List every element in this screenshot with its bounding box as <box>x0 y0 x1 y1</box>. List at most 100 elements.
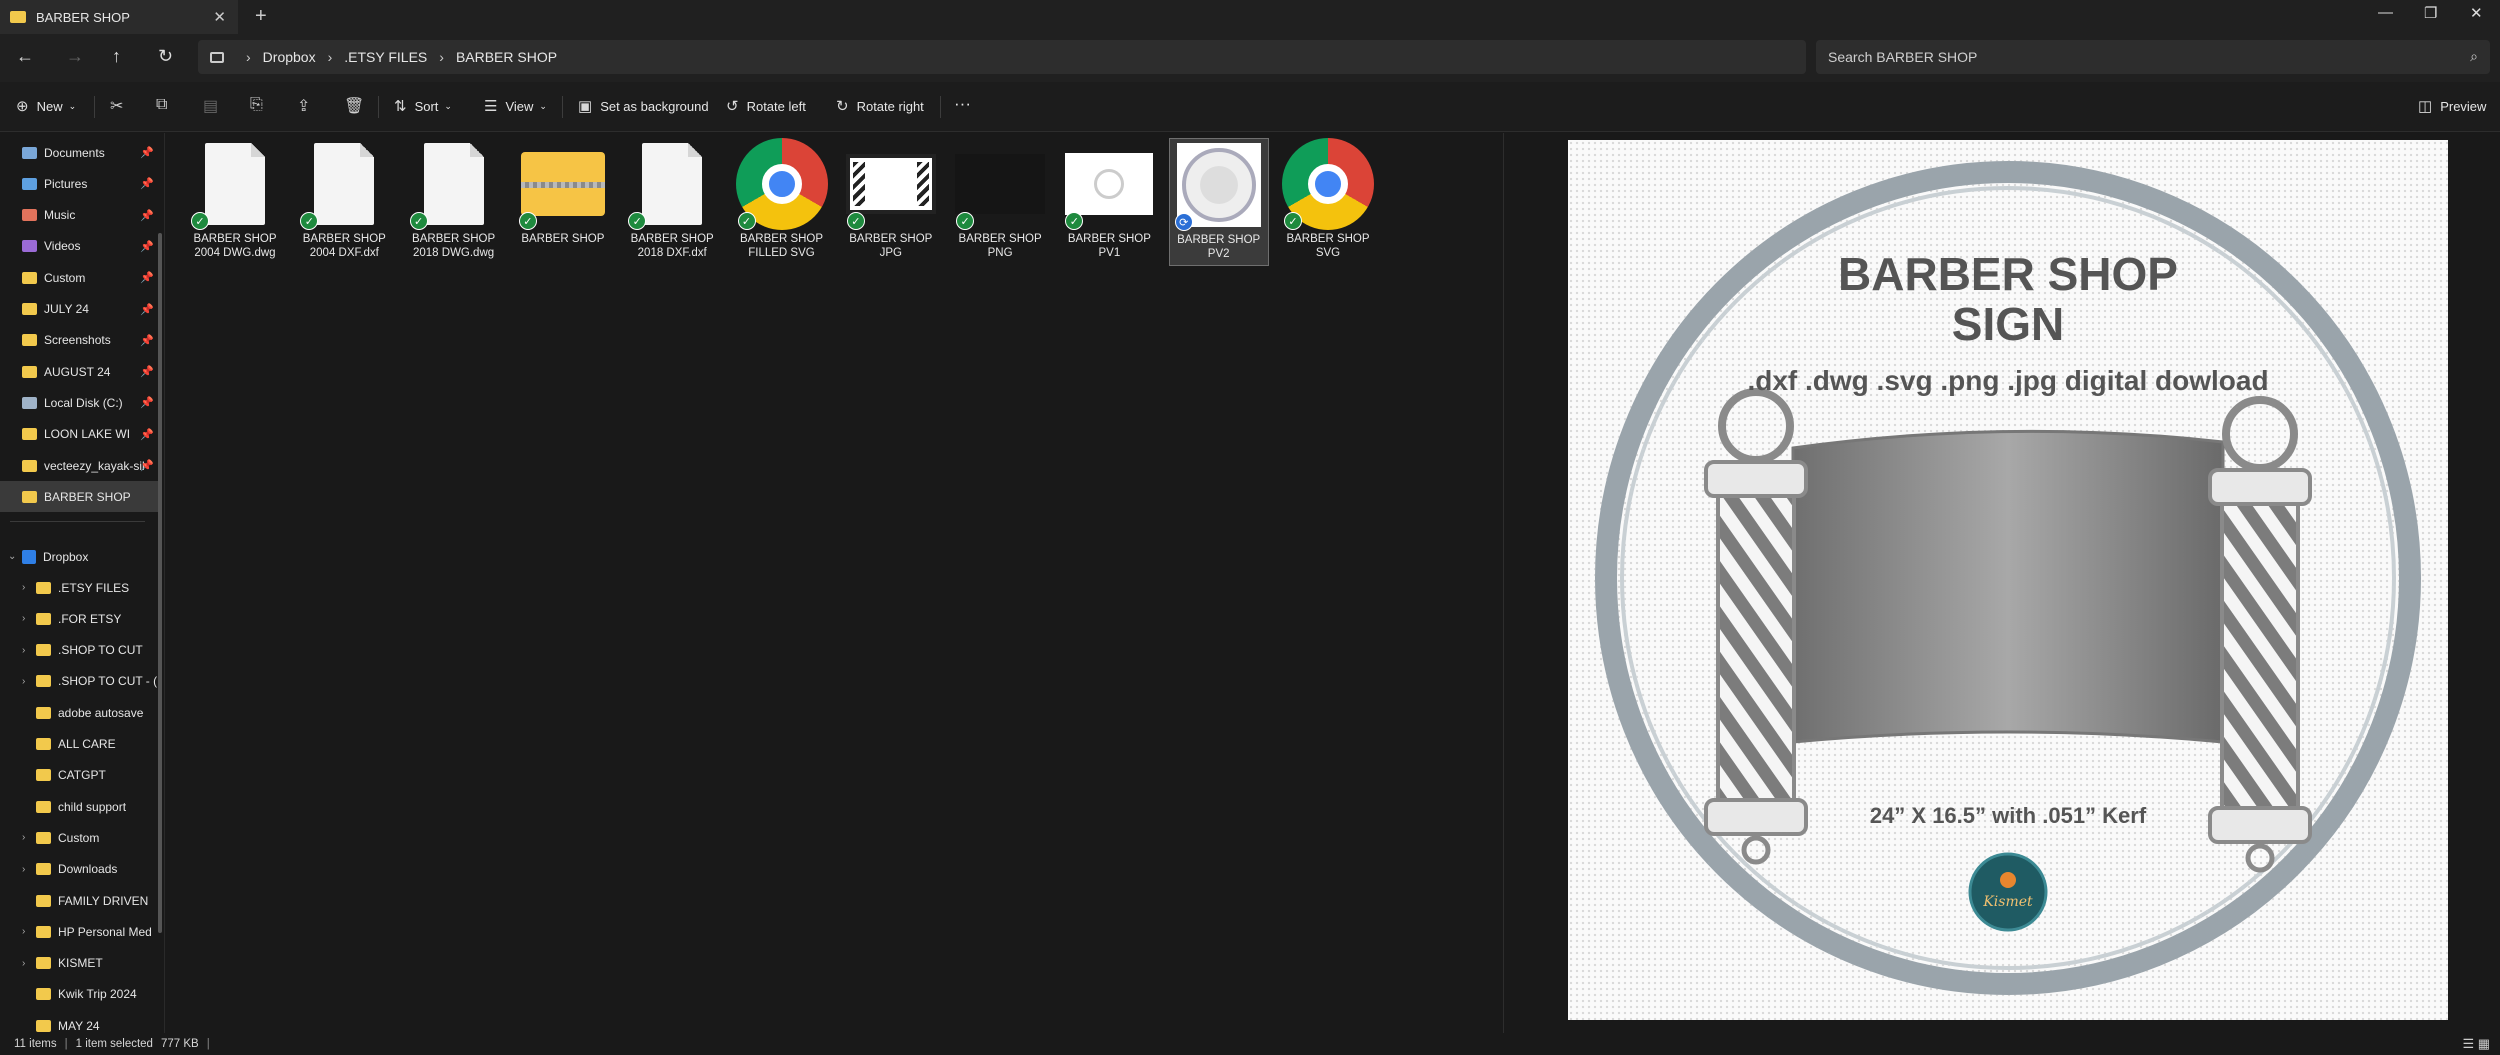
file-item[interactable]: ✓ BARBER SHOP FILLED SVG <box>732 138 832 266</box>
refresh-button[interactable]: ↻ <box>158 46 173 67</box>
sidebar-item-dropbox-folder[interactable]: FAMILY DRIVEN <box>0 885 158 916</box>
pin-icon[interactable]: 📌 <box>140 240 154 253</box>
set-as-background-button[interactable]: ▣ Set as background <box>578 97 709 115</box>
file-item[interactable]: ✓ BARBER SHOP 2018 DXF.dxf <box>622 138 722 266</box>
chevron-right-icon[interactable]: › <box>22 582 36 593</box>
address-bar[interactable]: › Dropbox › .ETSY FILES › BARBER SHOP <box>198 40 1806 74</box>
pin-icon[interactable]: 📌 <box>140 303 154 316</box>
sidebar-item-dropbox[interactable]: ⌄ Dropbox <box>0 541 158 572</box>
forward-button[interactable]: → <box>66 46 84 67</box>
view-button[interactable]: ☰ View ⌄ <box>484 97 547 115</box>
chevron-right-icon[interactable]: › <box>22 645 36 656</box>
chevron-right-icon[interactable]: › <box>22 926 36 937</box>
close-tab-icon[interactable]: ✕ <box>213 8 226 26</box>
file-item[interactable]: ✓ BARBER SHOP SVG <box>1278 138 1378 266</box>
share-icon[interactable]: ⇪ <box>297 96 310 116</box>
rename-icon[interactable]: ⎘ <box>250 96 263 114</box>
new-button[interactable]: ⊕ New ⌄ <box>16 97 76 115</box>
file-item[interactable]: ✓ BARBER SHOP <box>513 138 613 266</box>
file-item[interactable]: ✓ BARBER SHOP 2004 DWG.dwg <box>185 138 285 266</box>
file-item[interactable]: ✓ BARBER SHOP PNG <box>950 138 1050 266</box>
breadcrumb-item[interactable]: .ETSY FILES <box>344 49 427 65</box>
sort-button[interactable]: ⇅ Sort ⌄ <box>394 97 452 115</box>
file-name: BARBER SHOP 2004 DWG.dwg <box>193 232 276 260</box>
rotate-left-button[interactable]: ↺ Rotate left <box>726 97 806 115</box>
file-name-line1: BARBER SHOP <box>1067 233 1151 245</box>
sidebar-item-pinned[interactable]: Local Disk (C:) 📌 <box>0 387 158 418</box>
sidebar-item-dropbox-folder[interactable]: › .ETSY FILES <box>0 572 158 603</box>
file-name-line1: BARBER SHOP <box>1286 233 1370 245</box>
navigation-pane[interactable]: Documents 📌 Pictures 📌 Music 📌 Videos 📌 Custom 📌 J… <box>0 133 165 1033</box>
sidebar-item-pinned[interactable]: Videos 📌 <box>0 231 158 262</box>
minimize-button[interactable]: — <box>2378 4 2393 21</box>
sidebar-item-dropbox-folder[interactable]: ALL CARE <box>0 729 158 760</box>
chevron-right-icon[interactable]: › <box>22 676 36 687</box>
file-item[interactable]: ✓ BARBER SHOP PV1 <box>1059 138 1159 266</box>
view-toggle-icons[interactable]: ☰ ▦ <box>2462 1036 2490 1052</box>
sidebar-item-pinned[interactable]: Music 📌 <box>0 200 158 231</box>
sidebar-item-dropbox-folder[interactable]: › Downloads <box>0 854 158 885</box>
copy-icon[interactable]: ⧉ <box>156 96 167 114</box>
sidebar-scrollbar[interactable] <box>158 233 162 933</box>
sidebar-item-pinned[interactable]: Custom 📌 <box>0 262 158 293</box>
sidebar-item-pinned[interactable]: LOON LAKE WI 📌 <box>0 419 158 450</box>
sidebar-item-dropbox-folder[interactable]: child support <box>0 791 158 822</box>
pin-icon[interactable]: 📌 <box>140 271 154 284</box>
chevron-right-icon[interactable]: › <box>22 864 36 875</box>
sidebar-item-dropbox-folder[interactable]: › .SHOP TO CUT <box>0 635 158 666</box>
pin-icon[interactable]: 📌 <box>140 396 154 409</box>
sidebar-item-pinned[interactable]: BARBER SHOP <box>0 481 158 513</box>
close-window-button[interactable]: ✕ <box>2470 4 2483 22</box>
up-button[interactable]: ↑ <box>112 46 121 67</box>
preview-pane-button[interactable]: ◫ Preview <box>2418 97 2486 115</box>
sidebar-item-dropbox-folder[interactable]: › HP Personal Med <box>0 916 158 947</box>
sidebar-item-pinned[interactable]: Pictures 📌 <box>0 168 158 199</box>
file-list[interactable]: ✓ BARBER SHOP 2004 DWG.dwg ✓ BARBER SHOP 2004… <box>165 133 1502 1033</box>
sidebar-item-label: .FOR ETSY <box>58 611 122 626</box>
sidebar-item-dropbox-folder[interactable]: Kwik Trip 2024 <box>0 979 158 1010</box>
more-options-button[interactable]: ··· <box>954 94 971 114</box>
chevron-right-icon[interactable]: › <box>22 832 36 843</box>
back-button[interactable]: ← <box>16 46 34 67</box>
tab-barber-shop[interactable]: BARBER SHOP ✕ <box>0 0 238 34</box>
sidebar-item-dropbox-folder[interactable]: CATGPT <box>0 760 158 791</box>
pin-icon[interactable]: 📌 <box>140 177 154 190</box>
breadcrumb-item[interactable]: Dropbox <box>263 49 316 65</box>
chevron-down-icon: ⌄ <box>444 100 452 111</box>
file-item[interactable]: ✓ BARBER SHOP 2018 DWG.dwg <box>404 138 504 266</box>
file-item[interactable]: ⟳ BARBER SHOP PV2 <box>1168 138 1269 266</box>
sidebar-item-dropbox-folder[interactable]: › KISMET <box>0 948 158 979</box>
sidebar-item-pinned[interactable]: Documents 📌 <box>0 137 158 168</box>
pin-icon[interactable]: 📌 <box>140 428 154 441</box>
pin-icon[interactable]: 📌 <box>140 146 154 159</box>
sidebar-item-pinned[interactable]: JULY 24 📌 <box>0 294 158 325</box>
sidebar-item-dropbox-folder[interactable]: adobe autosave <box>0 697 158 728</box>
maximize-button[interactable]: ❐ <box>2424 4 2437 22</box>
search-input[interactable]: Search BARBER SHOP ⌕ <box>1816 40 2490 74</box>
synced-check-icon: ✓ <box>956 212 975 230</box>
file-thumbnail: ✓ <box>954 138 1046 230</box>
file-item[interactable]: ✓ BARBER SHOP JPG <box>841 138 941 266</box>
search-placeholder: Search BARBER SHOP <box>1828 49 1978 65</box>
cut-icon[interactable]: ✂ <box>110 96 123 116</box>
sidebar-item-pinned[interactable]: Screenshots 📌 <box>0 325 158 356</box>
breadcrumb-item[interactable]: BARBER SHOP <box>456 49 557 65</box>
sidebar-item-dropbox-folder[interactable]: › Custom <box>0 822 158 853</box>
pin-icon[interactable]: 📌 <box>140 365 154 378</box>
new-tab-button[interactable]: + <box>255 5 267 28</box>
sidebar-item-pinned[interactable]: AUGUST 24 📌 <box>0 356 158 387</box>
file-item[interactable]: ✓ BARBER SHOP 2004 DXF.dxf <box>294 138 394 266</box>
delete-icon[interactable]: 🗑 <box>344 96 364 116</box>
sidebar-item-label: Videos <box>44 239 81 254</box>
sidebar-item-dropbox-folder[interactable]: MAY 24 <box>0 1010 158 1033</box>
sidebar-item-dropbox-folder[interactable]: › .SHOP TO CUT - ( <box>0 666 158 697</box>
sidebar-item-pinned[interactable]: vecteezy_kayak-sil 📌 <box>0 450 158 481</box>
pin-icon[interactable]: 📌 <box>140 459 154 472</box>
chevron-right-icon[interactable]: › <box>22 613 36 624</box>
pin-icon[interactable]: 📌 <box>140 334 154 347</box>
chevron-right-icon[interactable]: › <box>22 958 36 969</box>
pin-icon[interactable]: 📌 <box>140 209 154 222</box>
sidebar-item-dropbox-folder[interactable]: › .FOR ETSY <box>0 603 158 634</box>
rotate-right-button[interactable]: ↻ Rotate right <box>836 97 924 115</box>
paste-icon[interactable]: ▤ <box>203 96 218 116</box>
